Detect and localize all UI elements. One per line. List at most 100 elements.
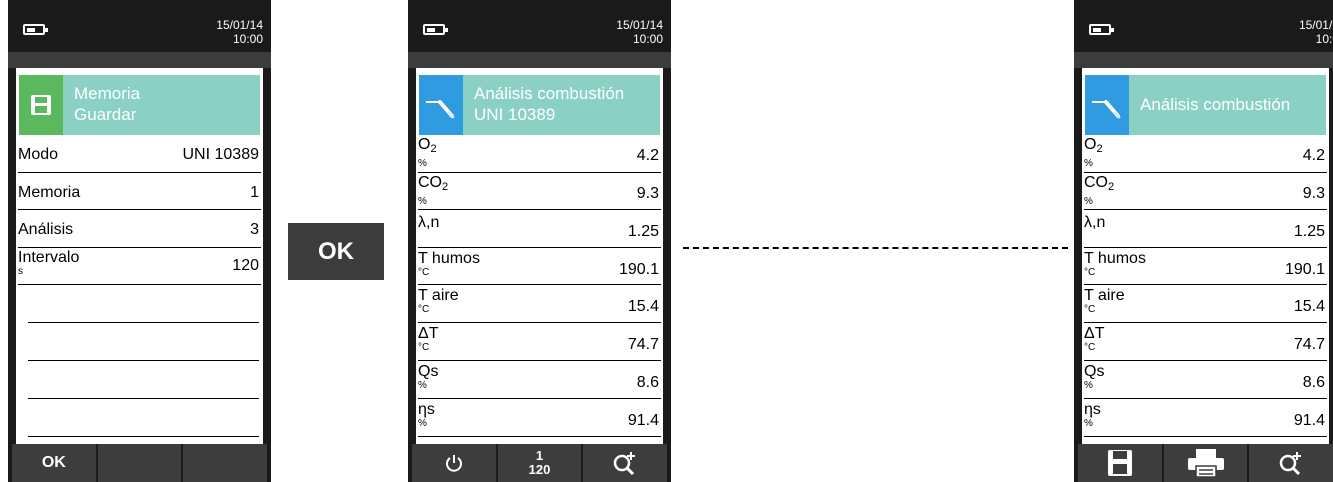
power-icon xyxy=(445,455,462,472)
ok-key[interactable]: OK xyxy=(288,223,384,280)
row-interval[interactable]: Intervalo s 120 xyxy=(18,248,261,285)
row-label: Intervalo xyxy=(18,249,80,266)
header-line-2: Guardar xyxy=(74,105,137,124)
title-bar xyxy=(408,52,671,68)
row-lambda[interactable]: λ,n 1.25 xyxy=(418,210,661,248)
row-label: CO2 xyxy=(418,174,449,193)
row-o2[interactable]: O2 % 4.2 xyxy=(418,135,661,173)
row-qs[interactable]: Qs % 8.6 xyxy=(418,361,661,399)
row-label: T humos xyxy=(418,250,480,267)
row-label: CO2 xyxy=(1084,174,1115,193)
row-value: 1.25 xyxy=(627,223,659,240)
content-panel: Memoria Guardar Modo UNI 10389 Memoria 1… xyxy=(16,68,263,444)
menu-header: Análisis combustión UNI 10389 xyxy=(419,75,660,135)
row-delta-t[interactable]: ΔT °C 74.7 xyxy=(1084,323,1327,361)
battery-icon xyxy=(23,24,48,35)
softkey-empty[interactable] xyxy=(183,444,268,482)
title-bar xyxy=(8,52,271,68)
row-label: T aire xyxy=(418,287,459,304)
softkey-zoom[interactable] xyxy=(1249,444,1333,482)
row-unit: % xyxy=(1084,418,1093,429)
row-unit: % xyxy=(418,380,427,391)
row-co2[interactable]: CO2 % 9.3 xyxy=(1084,173,1327,210)
row-flue-temp[interactable]: T humos °C 190.1 xyxy=(418,248,661,285)
row-efficiency[interactable]: ηs % 91.4 xyxy=(1084,399,1327,437)
header-line-2: UNI 10389 xyxy=(474,105,556,124)
row-air-temp[interactable]: T aire °C 15.4 xyxy=(1084,285,1327,323)
row-value: 120 xyxy=(232,257,259,274)
row-unit: °C xyxy=(1084,267,1096,278)
date-time: 15/01/1 10:0 xyxy=(1299,18,1333,46)
row-label: Modo xyxy=(18,146,59,163)
row-value: 74.7 xyxy=(1293,336,1325,353)
softkey-ok[interactable]: OK xyxy=(12,444,96,482)
combustion-probe-icon xyxy=(419,75,463,135)
row-label: ΔT xyxy=(1084,325,1105,342)
row-value: 1 xyxy=(250,184,259,201)
battery-icon xyxy=(1089,24,1114,35)
screen-memory-save: 15/01/14 10:00 Memoria Guardar Modo UNI … xyxy=(8,0,271,482)
row-unit: % xyxy=(1084,158,1093,169)
row-value: 190.1 xyxy=(1284,261,1325,278)
floppy-disk-icon xyxy=(19,75,63,135)
row-memory[interactable]: Memoria 1 xyxy=(18,173,261,210)
date: 15/01/1 xyxy=(1298,18,1333,32)
empty-row xyxy=(28,361,259,399)
header-line-1: Análisis combustión xyxy=(1140,95,1291,114)
row-mode[interactable]: Modo UNI 10389 xyxy=(18,135,261,173)
softkey-memory-interval[interactable]: 1 120 xyxy=(497,444,582,482)
date: 15/01/14 xyxy=(616,18,663,32)
row-unit: °C xyxy=(418,342,430,353)
row-delta-t[interactable]: ΔT °C 74.7 xyxy=(418,323,661,361)
row-value: 15.4 xyxy=(1293,298,1325,315)
zoom-in-icon xyxy=(1279,452,1302,476)
softkey-bar: OK xyxy=(12,444,268,482)
status-bar: 15/01/14 10:00 xyxy=(408,0,671,52)
softkey-power[interactable] xyxy=(412,444,496,482)
dashed-connector xyxy=(683,247,1068,249)
softkey-save[interactable] xyxy=(1078,444,1162,482)
softkey-print[interactable] xyxy=(1163,444,1248,482)
date: 15/01/14 xyxy=(216,18,263,32)
time: 10:00 xyxy=(232,32,263,46)
header-line-1: Memoria xyxy=(74,84,141,103)
row-label: ηs xyxy=(1084,401,1101,418)
zoom-in-icon xyxy=(613,452,636,476)
row-value: UNI 10389 xyxy=(182,146,260,163)
time: 10:00 xyxy=(632,32,663,46)
memory-number: 1 xyxy=(535,448,544,463)
row-value: 190.1 xyxy=(618,261,659,278)
row-unit: s xyxy=(18,266,23,277)
softkey-zoom[interactable] xyxy=(583,444,668,482)
content-panel: Análisis combustión O2 % 4.2 CO2 % 9.3 λ… xyxy=(1082,68,1329,444)
row-analysis[interactable]: Análisis 3 xyxy=(18,210,261,248)
header-title: Análisis combustión xyxy=(1140,94,1290,115)
softkey-empty[interactable] xyxy=(97,444,182,482)
row-flue-temp[interactable]: T humos °C 190.1 xyxy=(1084,248,1327,285)
row-value: 3 xyxy=(250,221,259,238)
row-label: λ,n xyxy=(418,214,440,231)
printer-icon xyxy=(1187,449,1224,478)
empty-row xyxy=(28,399,259,437)
row-co2[interactable]: CO2 % 9.3 xyxy=(418,173,661,210)
empty-row xyxy=(28,285,259,323)
menu-header: Análisis combustión xyxy=(1085,75,1326,135)
row-label: ΔT xyxy=(418,325,439,342)
row-label: T aire xyxy=(1084,287,1125,304)
row-label: Memoria xyxy=(18,184,81,201)
screen-combustion-analysis: 15/01/14 10:00 Análisis combustión UNI 1… xyxy=(408,0,671,482)
date-time: 15/01/14 10:00 xyxy=(216,18,263,46)
header-title: Análisis combustión UNI 10389 xyxy=(474,83,624,125)
row-o2[interactable]: O2 % 4.2 xyxy=(1084,135,1327,173)
date-time: 15/01/14 10:00 xyxy=(616,18,663,46)
row-efficiency[interactable]: ηs % 91.4 xyxy=(418,399,661,437)
row-lambda[interactable]: λ,n 1.25 xyxy=(1084,210,1327,248)
battery-icon xyxy=(423,24,448,35)
empty-row xyxy=(28,323,259,361)
title-bar xyxy=(1074,52,1333,68)
row-qs[interactable]: Qs % 8.6 xyxy=(1084,361,1327,399)
row-value: 91.4 xyxy=(1293,412,1325,429)
floppy-disk-icon xyxy=(1107,450,1132,476)
row-air-temp[interactable]: T aire °C 15.4 xyxy=(418,285,661,323)
row-label: ηs xyxy=(418,401,435,418)
